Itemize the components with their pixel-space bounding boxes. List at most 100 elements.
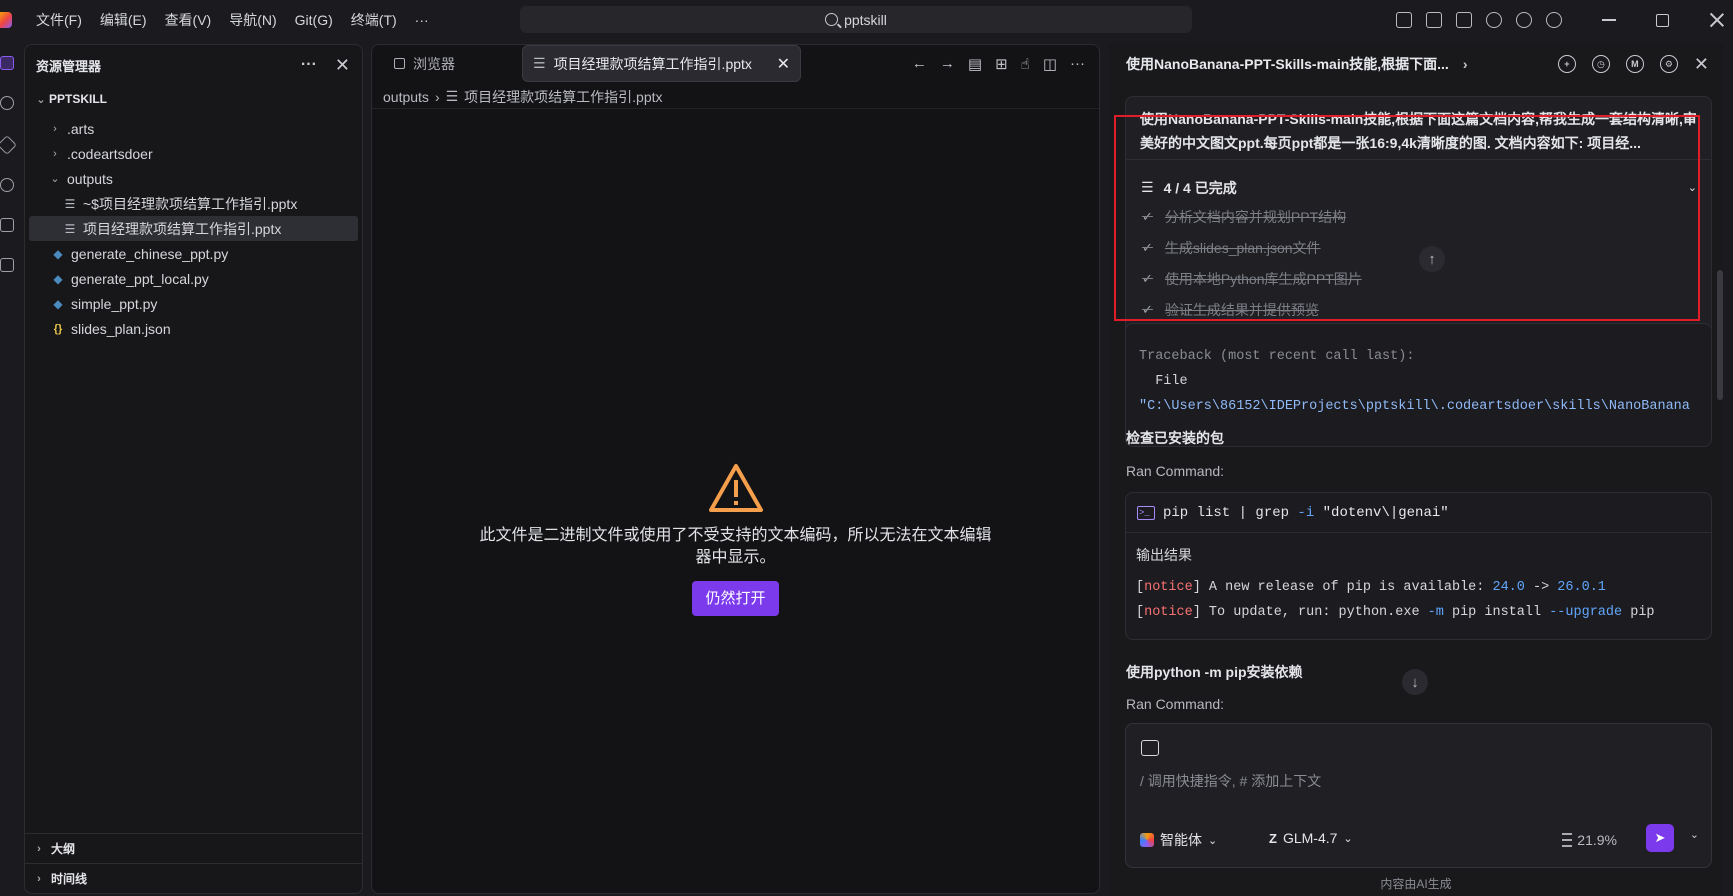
- open-preview-icon[interactable]: ▤: [968, 55, 982, 73]
- checkmark-icon: ✓: [1142, 270, 1153, 286]
- send-button[interactable]: ➤: [1646, 824, 1674, 852]
- outline-section[interactable]: › 大纲: [25, 833, 362, 863]
- remote-activity-icon[interactable]: [0, 258, 14, 272]
- agent-mode-select[interactable]: 智能体 ⌄: [1140, 830, 1217, 850]
- warning-triangle-icon: [708, 464, 763, 512]
- chat-input[interactable]: [1140, 768, 1700, 794]
- menu-view[interactable]: 查看(V): [156, 10, 221, 30]
- menu-edit[interactable]: 编辑(E): [91, 10, 156, 30]
- traceback-line: Traceback (most recent call last):: [1139, 349, 1415, 364]
- table-view-icon[interactable]: ⊞: [995, 55, 1008, 73]
- go-back-icon[interactable]: ←: [912, 55, 927, 73]
- document-icon: ☰: [64, 196, 76, 211]
- smiley-feedback-icon[interactable]: [1516, 12, 1532, 28]
- tree-item-label: simple_ppt.py: [71, 295, 158, 312]
- scroll-down-icon[interactable]: ↓: [1402, 669, 1428, 695]
- tree-item-slides-plan[interactable]: {} slides_plan.json: [25, 316, 362, 341]
- more-actions-button[interactable]: ···: [301, 56, 317, 74]
- toggle-sidebar-icon[interactable]: [1396, 12, 1412, 28]
- tree-item-label: generate_ppt_local.py: [71, 270, 209, 287]
- ai-chat-panel: 使用NanoBanana-PPT-Skills-main技能,根据下面... ›…: [1109, 44, 1723, 896]
- source-control-activity-icon[interactable]: [0, 135, 17, 155]
- account-icon[interactable]: [1546, 12, 1562, 28]
- tree-item-label: generate_chinese_ppt.py: [71, 245, 229, 262]
- binary-file-warning: 此文件是二进制文件或使用了不受支持的文本编码，所以无法在文本编辑器中显示。 仍然…: [372, 463, 1099, 616]
- chevron-down-icon[interactable]: ⌄: [1690, 828, 1699, 841]
- explorer-activity-icon[interactable]: [0, 56, 14, 70]
- scroll-up-icon[interactable]: ↑: [1419, 246, 1445, 272]
- close-chat-icon[interactable]: ✕: [1694, 55, 1709, 73]
- terminal-icon: >_: [1137, 505, 1155, 520]
- tree-item-arts[interactable]: › .arts: [25, 116, 362, 141]
- timeline-section[interactable]: › 时间线: [25, 863, 362, 893]
- project-root[interactable]: ⌄ PPTSKILL: [25, 87, 362, 111]
- editor-more-icon[interactable]: ···: [1070, 55, 1085, 73]
- extensions-activity-icon[interactable]: [0, 218, 14, 232]
- search-activity-icon[interactable]: [0, 96, 14, 110]
- command-search-box[interactable]: pptskill: [520, 6, 1192, 33]
- task-list-icon: ☰: [1141, 179, 1154, 195]
- menu-terminal[interactable]: 终端(T): [342, 10, 406, 30]
- touch-icon[interactable]: ☝: [1021, 55, 1030, 73]
- output-line: [notice] A new release of pip is availab…: [1136, 580, 1606, 595]
- tree-item-generate-chinese-ppt[interactable]: ◆ generate_chinese_ppt.py: [25, 241, 362, 266]
- model-select[interactable]: Z GLM-4.7 ⌄: [1269, 830, 1353, 846]
- chevron-right-icon: ›: [37, 842, 41, 855]
- breadcrumb-file[interactable]: 项目经理款项结算工作指引.pptx: [464, 87, 662, 107]
- output-line: [notice] To update, run: python.exe -m p…: [1136, 605, 1655, 620]
- tree-item-outputs[interactable]: ⌄ outputs: [25, 166, 362, 191]
- title-bar-actions: [1396, 0, 1725, 40]
- document-icon: ☰: [533, 55, 546, 71]
- attach-image-icon[interactable]: [1141, 740, 1159, 756]
- debug-activity-icon[interactable]: [0, 178, 14, 192]
- toggle-secondary-sidebar-icon[interactable]: [1456, 12, 1472, 28]
- document-icon: ☰: [445, 88, 459, 104]
- window-minimize-icon[interactable]: [1602, 19, 1616, 21]
- task-label: 生成slides_plan.json文件: [1164, 239, 1321, 256]
- tab-browser[interactable]: 浏览器: [384, 45, 465, 82]
- go-forward-icon[interactable]: →: [940, 55, 955, 73]
- chat-scrollbar[interactable]: [1717, 270, 1723, 400]
- toggle-panel-icon[interactable]: [1426, 12, 1442, 28]
- new-chat-icon[interactable]: +: [1557, 55, 1576, 73]
- activity-bar: [0, 40, 24, 896]
- open-anyway-button[interactable]: 仍然打开: [692, 581, 779, 616]
- task-progress-header[interactable]: ☰ 4 / 4 已完成 ⌄: [1126, 159, 1711, 201]
- checkmark-icon: ✓: [1142, 301, 1153, 317]
- search-text: pptskill: [844, 11, 887, 28]
- json-file-icon: {}: [53, 322, 63, 335]
- menu-git[interactable]: Git(G): [286, 12, 342, 28]
- window-restore-icon[interactable]: [1656, 13, 1669, 27]
- python-file-icon: ◆: [53, 271, 63, 286]
- tree-item-pptx-selected[interactable]: ☰ 项目经理款项结算工作指引.pptx: [29, 216, 358, 241]
- close-tab-icon[interactable]: ✕: [777, 54, 790, 74]
- chevron-right-icon: ›: [53, 122, 57, 135]
- chat-header: 使用NanoBanana-PPT-Skills-main技能,根据下面... ›…: [1109, 44, 1723, 84]
- traceback-path: "C:\Users\86152\IDEProjects\pptskill\.co…: [1139, 399, 1690, 414]
- menu-file[interactable]: 文件(F): [27, 10, 91, 30]
- split-editor-icon[interactable]: ◫: [1043, 55, 1057, 73]
- chevron-down-icon: ⌄: [50, 173, 60, 185]
- history-icon[interactable]: ◷: [1591, 55, 1610, 73]
- mcp-icon[interactable]: M: [1625, 55, 1644, 73]
- tree-item-generate-ppt-local[interactable]: ◆ generate_ppt_local.py: [25, 266, 362, 291]
- chevron-right-icon: ›: [53, 147, 57, 160]
- tree-item-simple-ppt[interactable]: ◆ simple_ppt.py: [25, 291, 362, 316]
- model-label: GLM-4.7: [1282, 830, 1338, 846]
- command-line[interactable]: >_ pip list | grep -i "dotenv\|genai": [1126, 493, 1711, 533]
- ai-assistant-icon[interactable]: [1486, 12, 1502, 28]
- agent-label: 智能体: [1160, 832, 1202, 848]
- settings-gear-icon[interactable]: ⚙: [1659, 55, 1678, 73]
- tab-pptx-file[interactable]: ☰ 项目经理款项结算工作指引.pptx ✕: [522, 45, 801, 82]
- chat-title[interactable]: 使用NanoBanana-PPT-Skills-main技能,根据下面...: [1126, 54, 1449, 74]
- tree-item-temp-pptx[interactable]: ☰ ~$项目经理款项结算工作指引.pptx: [25, 191, 362, 216]
- menu-navigate[interactable]: 导航(N): [220, 10, 285, 30]
- menu-more[interactable]: ···: [406, 12, 438, 28]
- window-close-icon[interactable]: [1709, 12, 1725, 28]
- menu-bar: 文件(F) 编辑(E) 查看(V) 导航(N) Git(G) 终端(T) ···: [27, 10, 438, 30]
- tree-item-codeartsdoer[interactable]: › .codeartsdoer: [25, 141, 362, 166]
- breadcrumb-folder[interactable]: outputs: [383, 89, 429, 105]
- close-explorer-icon[interactable]: ✕: [335, 56, 350, 74]
- explorer-panel: 资源管理器 ··· ✕ ⌄ PPTSKILL › .arts › .codear…: [24, 44, 363, 894]
- editor-actions: ← → ▤ ⊞ ☝ ◫ ···: [912, 55, 1085, 73]
